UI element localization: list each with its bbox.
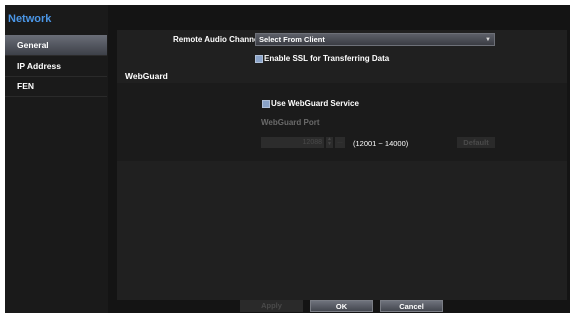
ok-button[interactable]: OK — [310, 300, 373, 312]
port-range-text: (12001 ~ 14000) — [353, 139, 409, 148]
webguard-port-label: WebGuard Port — [261, 118, 320, 127]
keypad-button[interactable]: … — [335, 137, 345, 148]
sidebar-item-general[interactable]: General — [5, 35, 107, 55]
webguard-section-title: WebGuard — [125, 71, 168, 81]
sidebar-item-fen[interactable]: FEN — [5, 76, 107, 96]
sidebar-title: Network — [8, 13, 52, 25]
settings-panel — [117, 30, 567, 300]
sidebar-item-ip-address[interactable]: IP Address — [5, 56, 107, 76]
apply-button[interactable]: Apply — [240, 300, 303, 312]
remote-audio-channel-label: Remote Audio Channel — [173, 35, 261, 44]
webguard-section — [117, 83, 567, 161]
divider — [5, 96, 107, 97]
ssl-checkbox[interactable] — [255, 55, 263, 63]
remote-audio-channel-select[interactable]: Select From Client ▼ — [255, 33, 495, 46]
default-button[interactable]: Default — [457, 137, 495, 148]
use-webguard-label: Use WebGuard Service — [271, 99, 359, 108]
cancel-button[interactable]: Cancel — [380, 300, 443, 312]
chevron-down-icon: ▼ — [327, 141, 332, 147]
chevron-down-icon: ▼ — [485, 37, 491, 43]
use-webguard-checkbox[interactable] — [262, 100, 270, 108]
webguard-port-input[interactable]: 12088 — [261, 137, 324, 148]
select-value: Select From Client — [259, 35, 325, 44]
port-spinner[interactable]: ▲ ▼ — [326, 137, 333, 148]
ssl-label: Enable SSL for Transferring Data — [264, 54, 390, 63]
